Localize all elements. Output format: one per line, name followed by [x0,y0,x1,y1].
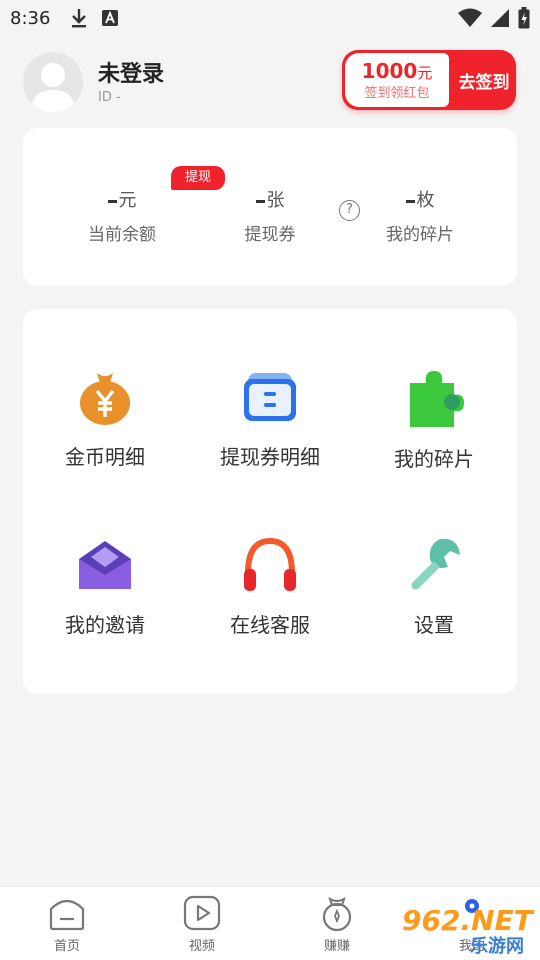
placeholder-dash-icon [405,199,415,203]
stat-label: 提现券 [244,225,296,245]
stat-unit: 元 [118,190,137,211]
signal-icon [491,9,509,27]
nav-item-video[interactable]: 视频 [162,895,242,954]
menu-item-ticket-detail[interactable]: 提现券明细 [188,367,352,487]
video-play-icon [183,895,221,931]
menu-card: 金币明细 提现券明细 我的碎片 我的邀请 在线客服 设置 [23,309,517,694]
signin-reward: 1000元 签到领红包 [345,53,449,107]
stat-value: 张 [195,188,345,214]
puzzle-icon [410,371,464,427]
status-bar: 8:36 [0,0,540,36]
wrench-icon [411,538,460,590]
menu-item-settings[interactable]: 设置 [352,535,516,655]
signin-amount-unit: 元 [417,64,433,82]
signin-action-label: 去签到 [458,72,510,93]
login-status-name[interactable]: 未登录 [98,56,164,88]
menu-label: 金币明细 [65,445,145,469]
ticket-icon [244,373,296,421]
status-time: 8:36 [10,7,51,29]
menu-item-my-invites[interactable]: 我的邀请 [23,535,187,655]
withdraw-tag[interactable]: 提现 [171,166,225,190]
stat-fragments[interactable]: 枚 我的碎片 [345,188,495,245]
stat-withdraw-ticket[interactable]: 张 提现券 [195,188,345,245]
avatar[interactable] [23,52,83,112]
balance-card: 提现 元 当前余额 张 提现券 ? 枚 我的碎片 [23,128,517,286]
signin-button[interactable]: 1000元 签到领红包 去签到 [342,50,516,110]
signin-subtitle: 签到领红包 [364,86,430,101]
default-avatar-icon [31,63,75,112]
nav-label: 视频 [188,939,215,954]
home-icon [49,899,85,931]
menu-label: 我的邀请 [65,613,145,637]
nav-label: 赚赚 [323,939,350,954]
headphones-icon [244,537,296,591]
profile-header: 未登录 ID - 1000元 签到领红包 去签到 [0,48,540,118]
menu-label: 设置 [414,613,454,637]
battery-icon [518,7,530,29]
watermark-logo: 962.NET 乐游网 [402,904,535,956]
money-bag-icon [80,373,130,425]
nav-item-earn[interactable]: 赚赚 [297,895,377,954]
stat-unit: 张 [266,190,285,211]
menu-item-coin-detail[interactable]: 金币明细 [23,367,187,487]
placeholder-dash-icon [107,199,117,203]
stat-unit: 枚 [416,190,435,211]
menu-label: 在线客服 [230,613,310,637]
watermark-bottom-text: 乐游网 [470,935,524,956]
nav-item-home[interactable]: 首页 [27,895,107,954]
placeholder-dash-icon [255,199,265,203]
a-notification-icon [102,10,119,26]
stat-label: 当前余额 [88,225,156,245]
stat-label: 我的碎片 [386,225,454,245]
menu-item-customer-service[interactable]: 在线客服 [188,535,352,655]
menu-item-my-fragments[interactable]: 我的碎片 [352,369,516,489]
signin-amount: 1000元 [345,59,449,85]
download-icon [72,9,87,28]
nav-label: 首页 [53,939,80,954]
user-id: ID - [98,90,121,105]
watermark-top-text: 962.NET [402,904,535,937]
signin-amount-value: 1000 [361,59,418,83]
wifi-icon [458,8,482,27]
stat-balance[interactable]: 元 当前余额 [47,188,197,245]
menu-label: 我的碎片 [394,447,474,471]
menu-label: 提现券明细 [220,445,320,469]
earn-icon [322,896,352,931]
envelope-icon [79,541,131,589]
stat-value: 元 [47,188,197,214]
stat-value: 枚 [345,188,495,214]
